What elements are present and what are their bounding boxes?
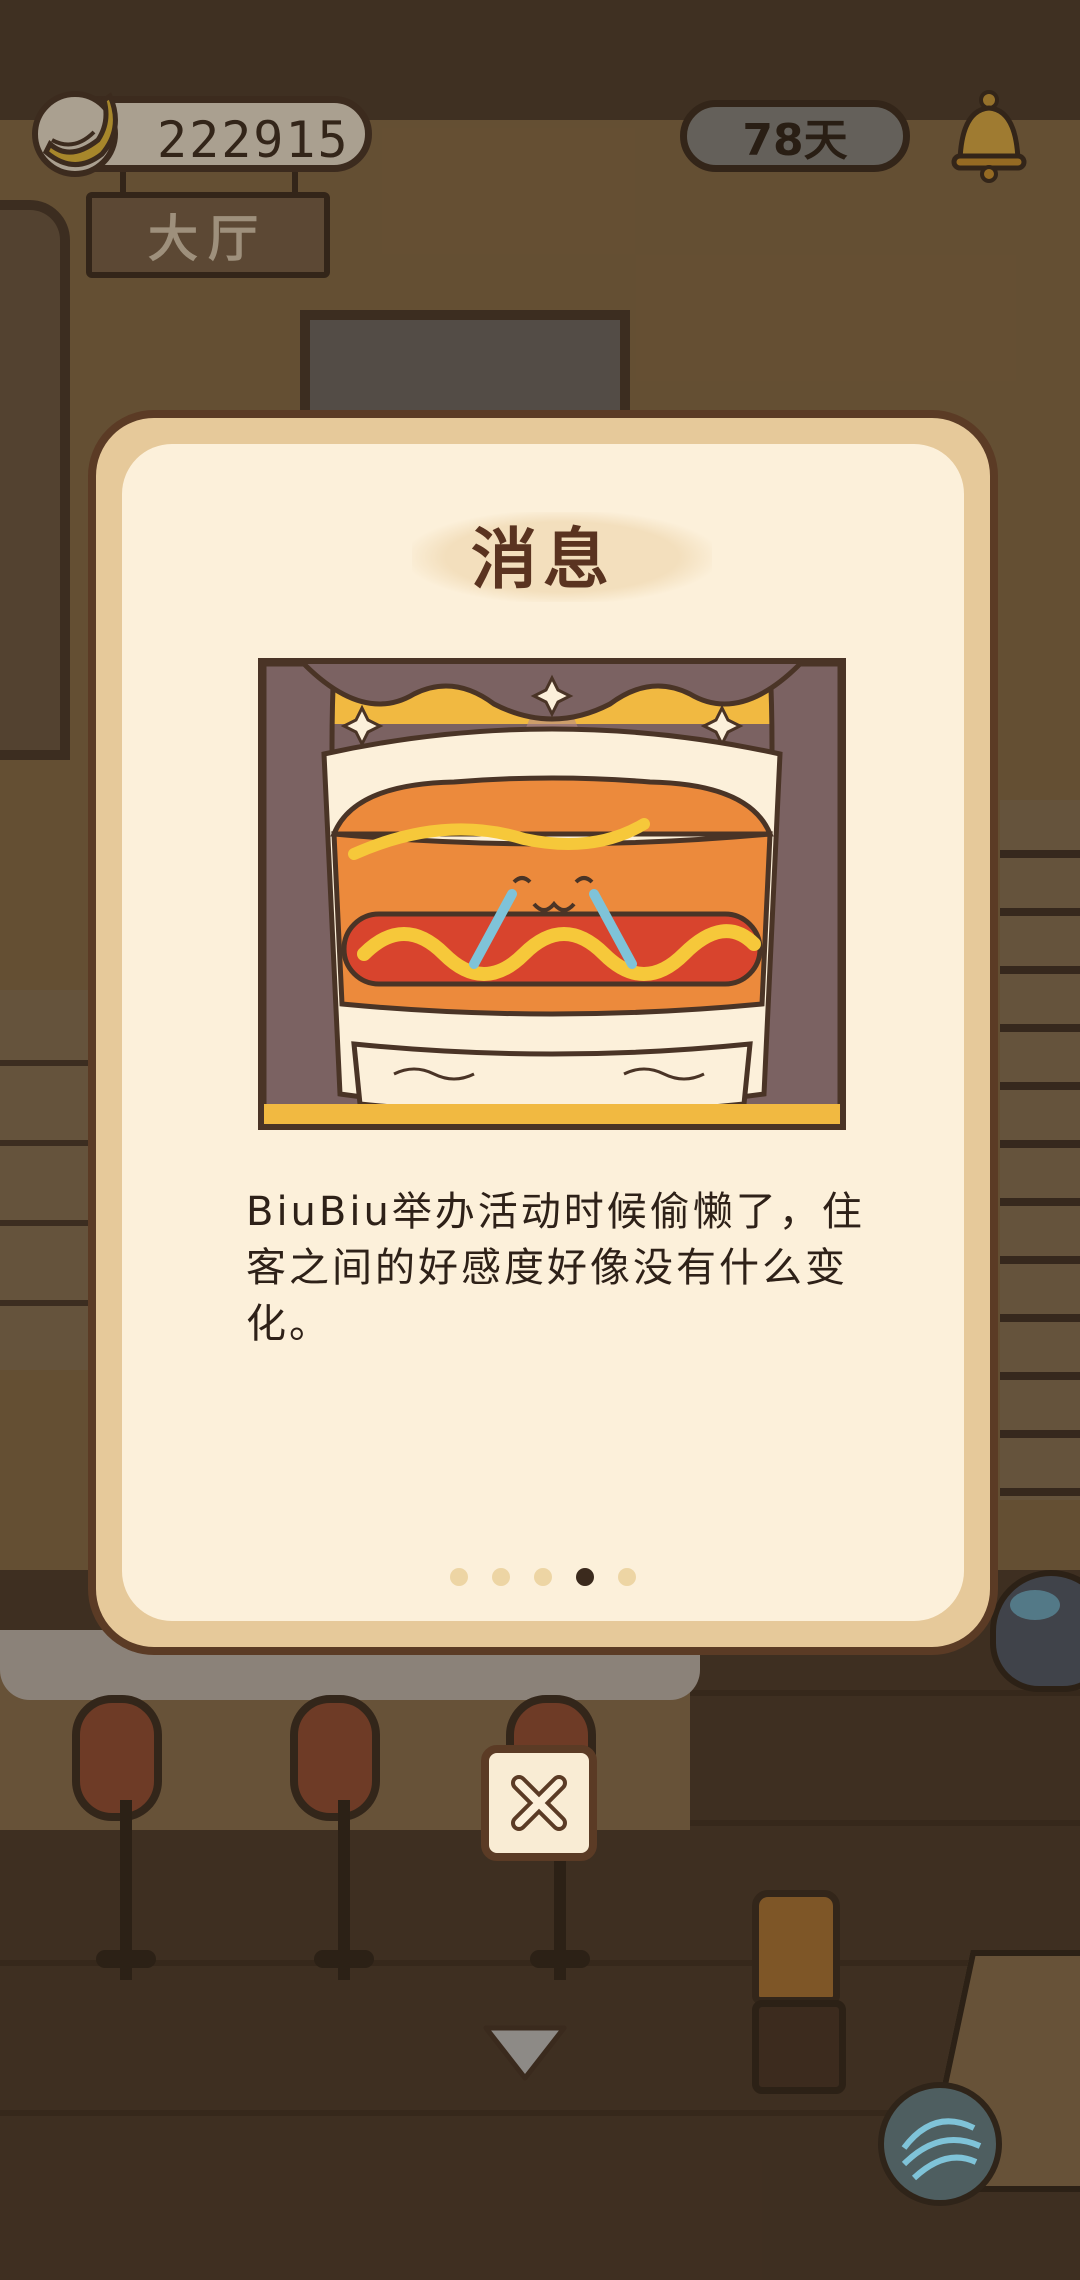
dialog-title: 消息: [471, 521, 615, 598]
page-dot[interactable]: [492, 1568, 510, 1586]
page-dot[interactable]: [618, 1568, 636, 1586]
close-icon: [511, 1775, 567, 1831]
page-indicator: [122, 1568, 964, 1586]
page-dot[interactable]: [534, 1568, 552, 1586]
page-dot[interactable]: [450, 1568, 468, 1586]
chevron-down-icon[interactable]: [480, 2020, 570, 2084]
yarn-ball-icon[interactable]: [878, 2082, 1002, 2206]
event-illustration: [258, 658, 846, 1130]
dialog-message: BiuBiu举办活动时候偷懒了，住客之间的好感度好像没有什么变化。: [246, 1189, 865, 1347]
page-dot-active[interactable]: [576, 1568, 594, 1586]
close-button[interactable]: [481, 1745, 597, 1861]
message-dialog: 消息 BiuBiu举办活动时候偷懒了，住客之间的好感度好像没有什么变化。: [88, 410, 998, 1655]
dialog-panel: 消息 BiuBiu举办活动时候偷懒了，住客之间的好感度好像没有什么变化。: [122, 444, 964, 1621]
